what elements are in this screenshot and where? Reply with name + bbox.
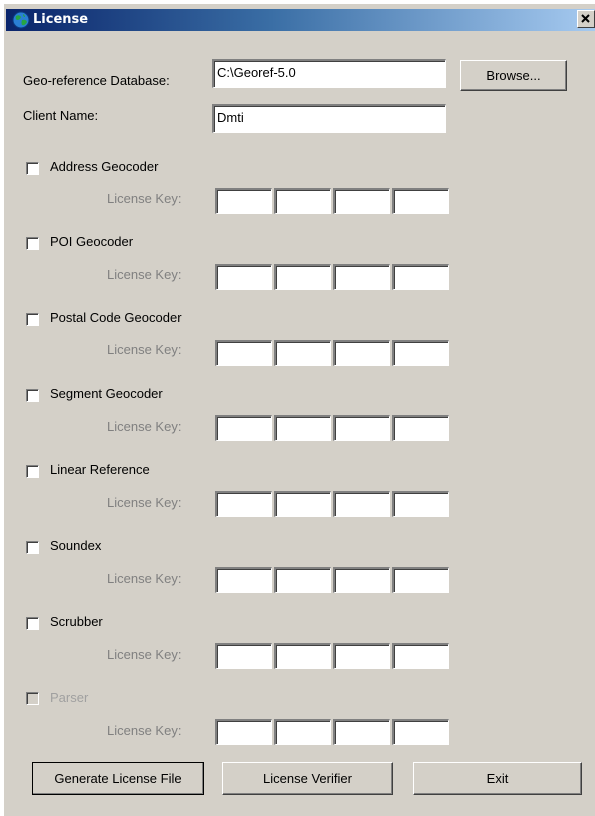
license-key-part-4[interactable] (392, 415, 449, 441)
license-key-part-3[interactable] (333, 567, 390, 593)
license-key-label: License Key: (107, 419, 182, 434)
exit-button[interactable]: Exit (413, 762, 582, 795)
generate-license-file-label: Generate License File (54, 771, 182, 786)
license-key-part-1[interactable] (215, 567, 272, 593)
poi-geocoder-checkbox[interactable] (26, 237, 39, 250)
license-key-part-2[interactable] (274, 567, 331, 593)
license-key-label: License Key: (107, 342, 182, 357)
license-key-label: License Key: (107, 723, 182, 738)
license-key-part-1[interactable] (215, 643, 272, 669)
close-icon (581, 14, 590, 23)
parser-label: Parser (50, 690, 89, 705)
geo-db-input[interactable]: C:\Georef-5.0 (212, 59, 446, 88)
license-key-label: License Key: (107, 191, 182, 206)
parser-checkbox (26, 692, 39, 705)
title-bar[interactable]: License (6, 9, 595, 31)
license-key-part-3[interactable] (333, 491, 390, 517)
scrubber-checkbox[interactable] (26, 617, 39, 630)
license-key-part-3[interactable] (333, 340, 390, 366)
license-key-part-3[interactable] (333, 264, 390, 290)
geo-db-label: Geo-reference Database: (23, 73, 170, 88)
license-verifier-label: License Verifier (263, 771, 352, 786)
license-key-part-1[interactable] (215, 264, 272, 290)
license-key-part-4[interactable] (392, 567, 449, 593)
license-key-part-2[interactable] (274, 643, 331, 669)
close-button[interactable] (577, 10, 595, 28)
license-key-part-3[interactable] (333, 415, 390, 441)
soundex-label: Soundex (50, 538, 102, 553)
license-key-part-2[interactable] (274, 719, 331, 745)
postal-code-geocoder-label: Postal Code Geocoder (50, 310, 182, 325)
license-key-part-1[interactable] (215, 491, 272, 517)
license-key-part-4[interactable] (392, 188, 449, 214)
address-geocoder-label: Address Geocoder (50, 159, 159, 174)
license-key-part-2[interactable] (274, 264, 331, 290)
segment-geocoder-label: Segment Geocoder (50, 386, 163, 401)
license-key-label: License Key: (107, 267, 182, 282)
client-name-label: Client Name: (23, 108, 99, 123)
license-key-part-1[interactable] (215, 415, 272, 441)
license-key-part-1[interactable] (215, 340, 272, 366)
linear-reference-label: Linear Reference (50, 462, 150, 477)
license-key-part-2[interactable] (274, 491, 331, 517)
soundex-checkbox[interactable] (26, 541, 39, 554)
license-key-part-2[interactable] (274, 415, 331, 441)
license-key-label: License Key: (107, 571, 182, 586)
segment-geocoder-checkbox[interactable] (26, 389, 39, 402)
license-key-part-4[interactable] (392, 719, 449, 745)
postal-code-geocoder-checkbox[interactable] (26, 313, 39, 326)
license-key-part-2[interactable] (274, 188, 331, 214)
browse-button-label: Browse... (486, 68, 541, 83)
license-key-part-4[interactable] (392, 340, 449, 366)
license-key-part-3[interactable] (333, 188, 390, 214)
license-key-part-3[interactable] (333, 643, 390, 669)
linear-reference-checkbox[interactable] (26, 465, 39, 478)
browse-button[interactable]: Browse... (460, 60, 567, 91)
client-name-input[interactable]: Dmti (212, 104, 446, 133)
poi-geocoder-label: POI Geocoder (50, 234, 134, 249)
license-key-part-1[interactable] (215, 188, 272, 214)
license-key-part-3[interactable] (333, 719, 390, 745)
exit-label: Exit (486, 771, 509, 786)
globe-icon (12, 11, 30, 29)
window-title: License (33, 12, 89, 27)
generate-license-file-button[interactable]: Generate License File (32, 762, 204, 795)
address-geocoder-checkbox[interactable] (26, 162, 39, 175)
license-verifier-button[interactable]: License Verifier (222, 762, 393, 795)
license-key-part-4[interactable] (392, 264, 449, 290)
license-key-label: License Key: (107, 647, 182, 662)
scrubber-label: Scrubber (50, 614, 103, 629)
license-key-label: License Key: (107, 495, 182, 510)
license-key-part-4[interactable] (392, 643, 449, 669)
license-key-part-2[interactable] (274, 340, 331, 366)
license-key-part-1[interactable] (215, 719, 272, 745)
license-key-part-4[interactable] (392, 491, 449, 517)
